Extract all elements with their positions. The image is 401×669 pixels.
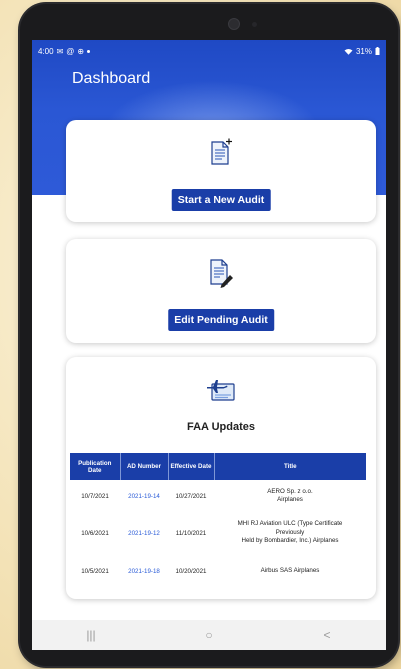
column-header-publication-date[interactable]: Publication Date — [70, 453, 121, 480]
page-title: Dashboard — [72, 70, 151, 87]
start-new-audit-button[interactable]: Start a New Audit — [171, 189, 271, 211]
faa-updates-heading: FAA Updates — [186, 421, 256, 433]
effective-date-cell: 10/27/2021 — [175, 492, 207, 500]
screen: 4:00 ✉ @ ⊕ 31% Dashboard Start a New Aud… — [32, 40, 386, 650]
sensor-icon — [252, 22, 257, 27]
back-button[interactable]: < — [307, 628, 347, 642]
edit-document-icon — [210, 259, 233, 288]
title-line: AERO Sp. z o.o. — [267, 487, 313, 495]
title-line: MHI RJ Aviation ULC (Type Certificate — [237, 520, 343, 528]
at-icon: @ — [66, 46, 75, 56]
table-row[interactable]: 10/7/2021 2021-19-14 10/27/2021 AERO Sp.… — [70, 480, 366, 512]
publication-date-cell: 10/7/2021 — [81, 492, 109, 500]
effective-date-cell: 11/10/2021 — [175, 529, 207, 537]
camera-icon — [228, 18, 240, 30]
home-button[interactable]: ○ — [189, 628, 229, 642]
title-cell: MHI RJ Aviation ULC (Type Certificate Pr… — [214, 512, 366, 554]
battery-icon — [375, 47, 380, 55]
title-line: Held by Bombardier, Inc.) Airplanes — [241, 537, 339, 545]
battery-percent: 31% — [355, 46, 372, 56]
title-line: Previously — [275, 528, 305, 536]
column-header-title[interactable]: Title — [214, 453, 366, 480]
title-cell: Airbus SAS Airplanes — [214, 554, 366, 588]
edit-pending-audit-button[interactable]: Edit Pending Audit — [168, 309, 274, 331]
tablet-device: 4:00 ✉ @ ⊕ 31% Dashboard Start a New Aud… — [20, 4, 398, 666]
mail-icon: ✉ — [56, 46, 64, 56]
ad-number-link[interactable]: 2021-19-12 — [120, 512, 168, 554]
android-nav-bar: ||| ○ < — [32, 620, 386, 650]
table-row[interactable]: 10/5/2021 2021-19-18 10/20/2021 Airbus S… — [70, 554, 366, 588]
table-row[interactable]: 10/6/2021 2021-19-12 11/10/2021 MHI RJ A… — [70, 512, 366, 554]
title-line: Airplanes — [277, 496, 303, 503]
publication-date-cell: 10/6/2021 — [81, 529, 109, 537]
wifi-icon — [344, 48, 353, 55]
dot-icon — [87, 49, 91, 53]
globe-icon: ⊕ — [77, 46, 85, 56]
new-audit-card[interactable]: Start a New Audit — [66, 120, 376, 222]
clock: 4:00 — [38, 46, 54, 56]
faa-updates-card: FAA Updates Publication Date AD Number E… — [66, 357, 376, 599]
new-document-icon — [211, 138, 232, 165]
title-cell: AERO Sp. z o.o. Airplanes — [214, 480, 366, 512]
effective-date-cell: 10/20/2021 — [175, 567, 207, 575]
faa-updates-table: Publication Date AD Number Effective Dat… — [70, 453, 366, 588]
table-header-row: Publication Date AD Number Effective Dat… — [70, 453, 366, 480]
edit-audit-card[interactable]: Edit Pending Audit — [66, 239, 376, 343]
airplane-screen-icon — [207, 380, 235, 401]
column-header-effective-date[interactable]: Effective Date — [168, 453, 215, 480]
recents-button[interactable]: ||| — [71, 628, 111, 642]
status-bar: 4:00 ✉ @ ⊕ 31% — [32, 40, 386, 62]
title-line: Airbus SAS Airplanes — [260, 566, 320, 574]
ad-number-link[interactable]: 2021-19-14 — [120, 480, 168, 512]
column-header-ad-number[interactable]: AD Number — [120, 453, 169, 480]
publication-date-cell: 10/5/2021 — [81, 567, 109, 575]
ad-number-link[interactable]: 2021-19-18 — [120, 554, 168, 588]
